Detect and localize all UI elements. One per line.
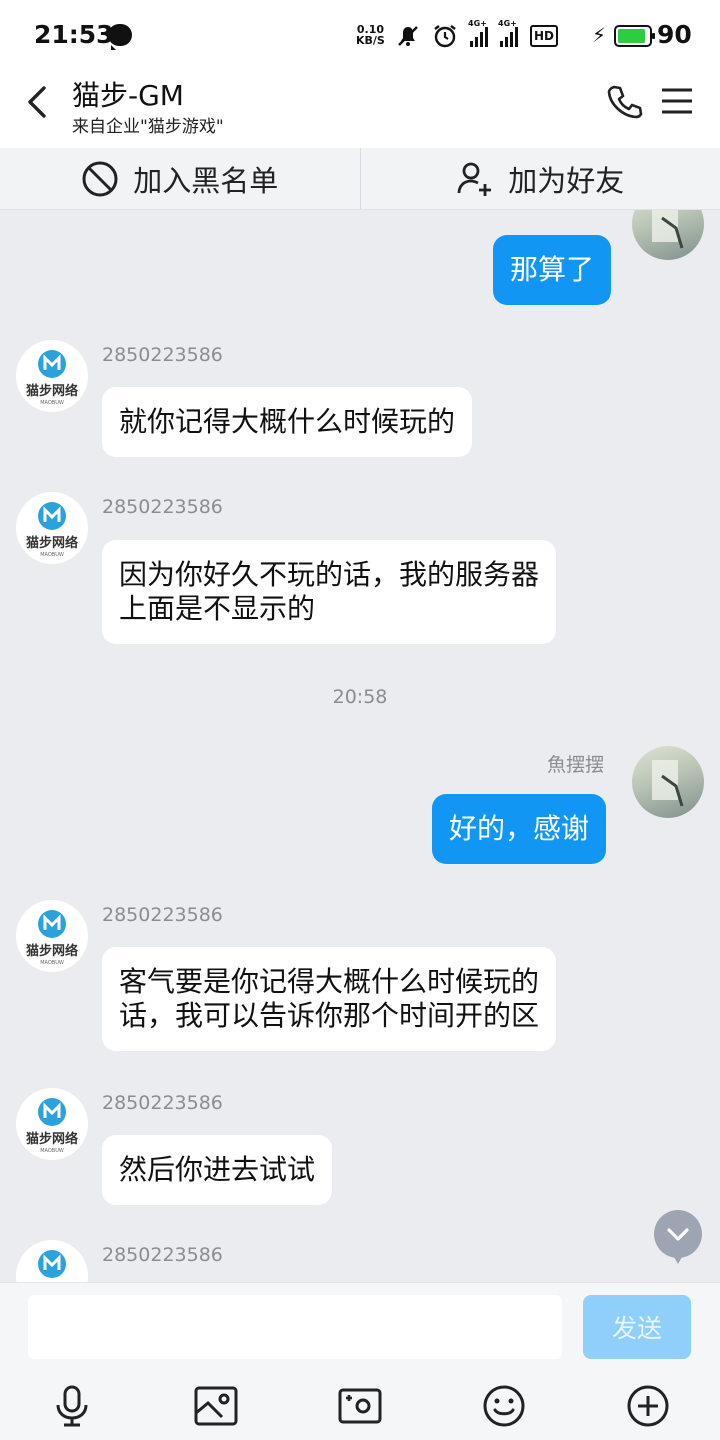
avatar[interactable]: 猫步网络 MAOBUW <box>16 340 88 412</box>
chat-message-list[interactable]: 那算了 猫步网络 MAOBUW 2850223586 就你记得大概什么时候玩的 … <box>0 210 720 1282</box>
gm-brand-subtext: MAOBUW <box>40 960 64 966</box>
sender-name: 2850223586 <box>102 904 223 926</box>
status-time: 21:53 <box>34 20 114 49</box>
scroll-down-icon <box>667 1228 689 1264</box>
gm-brand-text: 猫步网络 <box>26 1131 78 1147</box>
qq-notification-icon <box>108 24 132 50</box>
gm-brand-subtext: MAOBUW <box>40 1148 64 1154</box>
signal-tag: 4G+ <box>468 19 487 28</box>
chat-header: 猫步-GM 来自企业"猫步游戏" <box>0 70 720 148</box>
input-bar: 发送 <box>0 1282 720 1440</box>
action-bar: 加入黑名单 加为好友 <box>0 148 720 210</box>
avatar[interactable] <box>632 746 704 818</box>
plus-icon[interactable] <box>625 1383 671 1429</box>
avatar[interactable]: 猫步网络 MAOBUW <box>16 1240 88 1282</box>
battery-level: 90 <box>657 20 692 49</box>
mute-icon <box>398 26 418 46</box>
net-speed: 0.10 KB/S <box>356 24 385 46</box>
phone-icon[interactable] <box>604 82 644 122</box>
gm-brand-subtext: MAOBUW <box>40 552 64 558</box>
back-icon[interactable] <box>20 82 60 122</box>
add-friend-button[interactable]: 加为好友 <box>359 148 720 209</box>
message-timestamp: 20:58 <box>332 686 388 708</box>
gm-brand-text: 猫步网络 <box>26 943 78 959</box>
signal-icon-2: 4G+ <box>498 19 518 47</box>
avatar[interactable]: 猫步网络 MAOBUW <box>16 900 88 972</box>
gm-brand-text: 猫步网络 <box>26 535 78 551</box>
avatar[interactable]: 猫步网络 MAOBUW <box>16 1088 88 1160</box>
signal-tag-2: 4G+ <box>498 19 517 28</box>
status-bar: 21:53 0.10 KB/S 4G+ 4G+ HD ⚡ 90 <box>0 0 720 70</box>
message-line: 客气要是你记得大概什么时候玩的 <box>119 965 540 998</box>
alarm-icon <box>434 25 456 48</box>
message-bubble[interactable]: 好的，感谢 <box>432 794 607 864</box>
hd-voice-icon: HD <box>530 25 559 47</box>
message-input[interactable] <box>28 1295 562 1359</box>
add-friend-label: 加为好友 <box>508 163 625 198</box>
block-icon <box>82 161 118 196</box>
avatar[interactable] <box>632 210 704 260</box>
net-speed-unit: KB/S <box>356 34 385 47</box>
message-bubble[interactable]: 客气要是你记得大概什么时候玩的 话，我可以告诉你那个时间开的区 <box>102 947 557 1051</box>
message-bubble[interactable]: 那算了 <box>493 235 612 305</box>
message-bubble[interactable]: 然后你进去试试 <box>102 1135 333 1205</box>
scroll-down-button[interactable] <box>654 1210 702 1264</box>
message-line: 上面是不显示的 <box>119 592 316 625</box>
sender-name: 魚摆摆 <box>547 754 605 776</box>
sender-name: 2850223586 <box>102 1092 223 1114</box>
block-label: 加入黑名单 <box>133 163 279 198</box>
gm-brand-subtext: MAOBUW <box>40 400 64 406</box>
chat-subtitle: 来自企业"猫步游戏" <box>72 117 224 137</box>
message-bubble[interactable]: 就你记得大概什么时候玩的 <box>102 387 473 457</box>
add-friend-icon <box>457 162 492 196</box>
input-toolbar <box>0 1383 720 1431</box>
sender-name: 2850223586 <box>102 1244 223 1266</box>
microphone-icon[interactable] <box>49 1383 95 1429</box>
message-bubble[interactable]: 因为你好久不玩的话，我的服务器 上面是不显示的 <box>102 540 557 644</box>
menu-icon[interactable] <box>660 86 694 116</box>
block-button[interactable]: 加入黑名单 <box>0 148 360 209</box>
signal-icon: 4G+ <box>468 19 488 47</box>
avatar[interactable]: 猫步网络 MAOBUW <box>16 492 88 564</box>
emoji-icon[interactable] <box>481 1383 527 1429</box>
gm-brand-text: 猫步网络 <box>26 383 78 399</box>
message-line: 因为你好久不玩的话，我的服务器 <box>119 558 540 591</box>
chat-title: 猫步-GM <box>72 79 184 112</box>
sender-name: 2850223586 <box>102 496 223 518</box>
charging-icon: ⚡ <box>592 23 607 47</box>
image-icon[interactable] <box>193 1383 239 1429</box>
message-line: 话，我可以告诉你那个时间开的区 <box>119 999 540 1032</box>
send-button[interactable]: 发送 <box>583 1295 691 1359</box>
camera-icon[interactable] <box>337 1383 383 1429</box>
sender-name: 2850223586 <box>102 344 223 366</box>
battery-icon <box>614 25 655 47</box>
